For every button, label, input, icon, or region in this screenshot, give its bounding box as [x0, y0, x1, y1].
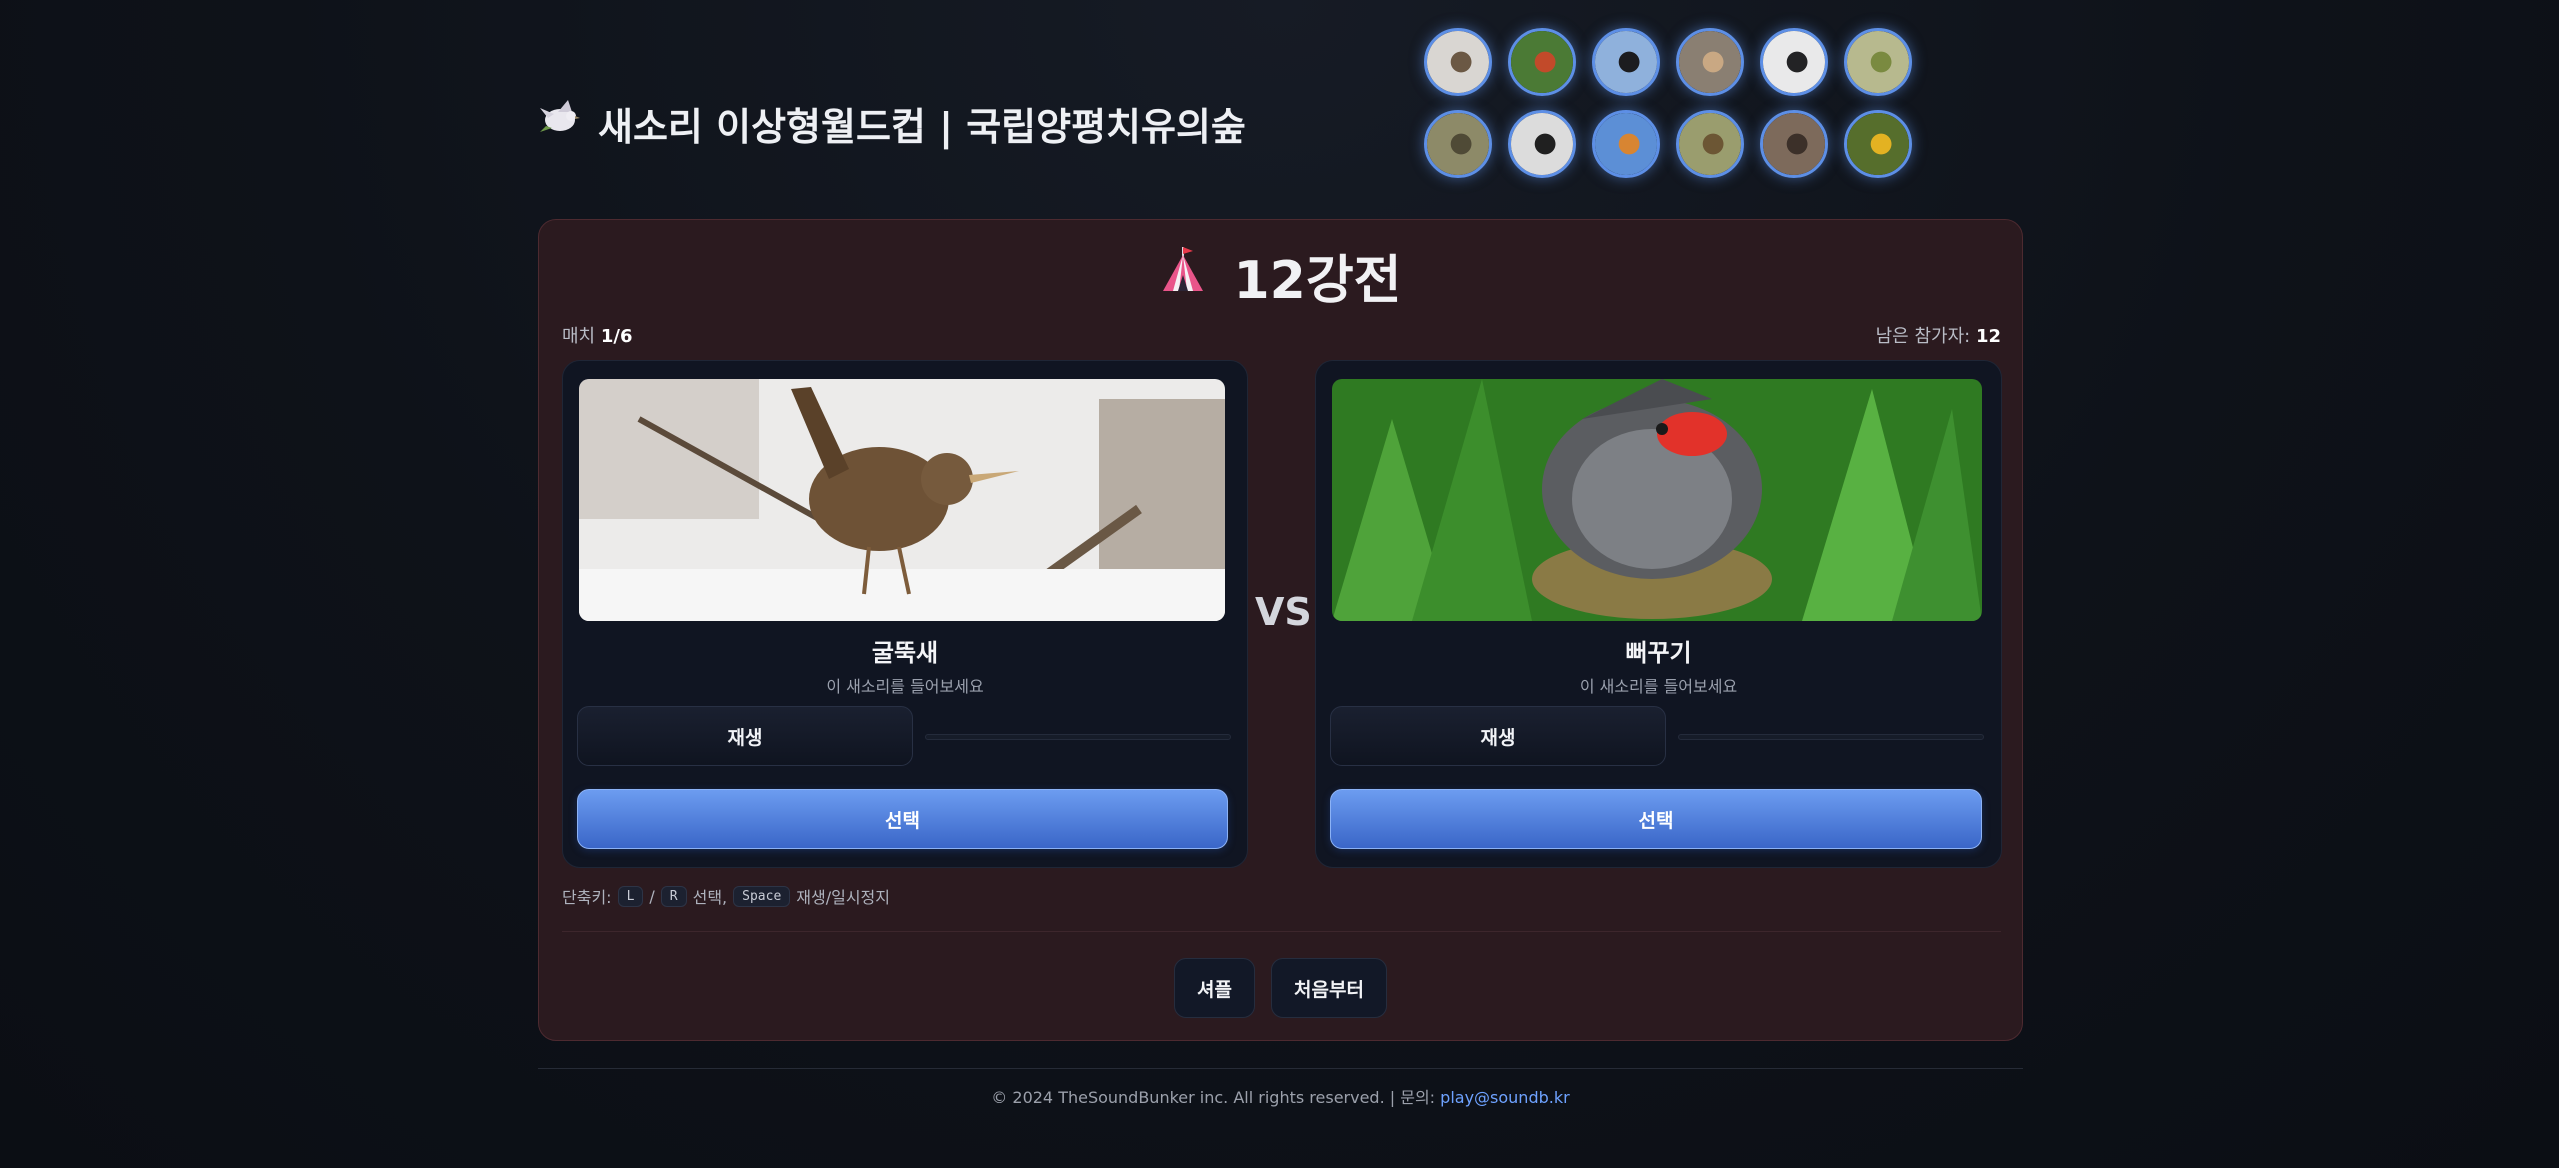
right-contestant-card: 뻐꾸기 이 새소리를 들어보세요 재생 선택 [1315, 360, 2002, 868]
nest-bird-thumbnail-image [1427, 113, 1489, 175]
tit-thumbnail[interactable] [1676, 110, 1744, 178]
shortcut-play-text: 재생/일시정지 [796, 888, 890, 907]
right-bird-photo [1332, 379, 1982, 621]
right-listen-hint: 이 새소리를 들어보세요 [1579, 677, 1738, 696]
left-contestant-card: 굴뚝새 이 새소리를 들어보세요 재생 선택 [562, 360, 1248, 868]
magpie-thumbnail-image [1511, 113, 1573, 175]
round-title: 12강전 [539, 240, 2022, 311]
remaining-counter: 남은 참가자: 12 [1876, 322, 2001, 348]
dove-icon [538, 98, 580, 148]
black-bird-sky-thumbnail[interactable] [1592, 28, 1660, 96]
remaining-label: 남은 참가자: [1875, 326, 1971, 347]
remaining-value: 12 [1975, 326, 2001, 347]
shortcut-select-text: 선택, [692, 888, 728, 907]
shuffle-button[interactable]: 셔플 [1174, 958, 1256, 1018]
wren-thumbnail-image [1427, 31, 1489, 93]
right-play-button[interactable]: 재생 [1330, 706, 1666, 766]
key-r: R [660, 885, 687, 907]
footer-divider [538, 1068, 2023, 1069]
orange-bird-sky-thumbnail-image [1595, 113, 1657, 175]
header: 새소리 이상형월드컵 | 국립양평치유의숲 [538, 18, 2023, 188]
black-bird-sky-thumbnail-image [1595, 31, 1657, 93]
shortcut-hint: 단축키: L / R 선택, Space 재생/일시정지 [562, 882, 890, 910]
left-audio-progress[interactable] [925, 734, 1231, 740]
vs-label: VS [1255, 590, 1312, 634]
match-value: 1/6 [600, 326, 633, 347]
left-select-button[interactable]: 선택 [577, 789, 1228, 849]
key-space: Space [733, 885, 791, 907]
tit-thumbnail-image [1679, 113, 1741, 175]
right-audio-progress[interactable] [1678, 734, 1984, 740]
pebble-bird-thumbnail[interactable] [1760, 110, 1828, 178]
tent-icon [1159, 245, 1207, 306]
page-title-text: 새소리 이상형월드컵 | 국립양평치유의숲 [598, 104, 1246, 149]
shortcut-label: 단축키: [562, 888, 612, 907]
footer-text: © 2024 TheSoundBunker inc. All rights re… [991, 1088, 1436, 1107]
left-bird-name: 굴뚝새 [871, 639, 939, 667]
bottom-actions: 셔플 처음부터 [539, 958, 2022, 1018]
oriole-thumbnail-image [1847, 113, 1909, 175]
branch-bird-thumbnail[interactable] [1844, 28, 1912, 96]
wren-thumbnail[interactable] [1424, 28, 1492, 96]
grey-bird-thumbnail[interactable] [1676, 28, 1744, 96]
footer: © 2024 TheSoundBunker inc. All rights re… [538, 1084, 2023, 1108]
tournament-panel: 12강전 매치 1/6 남은 참가자: 12 굴뚝새 이 새소리를 들어보세요 … [538, 219, 2023, 1041]
match-meta: 매치 1/6 남은 참가자: 12 [562, 320, 2001, 350]
black-white-bird-thumbnail[interactable] [1760, 28, 1828, 96]
contact-email-link[interactable]: play@soundb.kr [1440, 1088, 1570, 1107]
black-white-bird-thumbnail-image [1763, 31, 1825, 93]
round-title-text: 12강전 [1233, 250, 1402, 311]
shortcut-slash: / [649, 886, 655, 906]
orange-bird-sky-thumbnail[interactable] [1592, 110, 1660, 178]
right-select-button[interactable]: 선택 [1330, 789, 1982, 849]
branch-bird-thumbnail-image [1847, 31, 1909, 93]
bird-thumbnail-grid [1424, 28, 1912, 178]
nest-bird-thumbnail[interactable] [1424, 110, 1492, 178]
pebble-bird-thumbnail-image [1763, 113, 1825, 175]
restart-button[interactable]: 처음부터 [1271, 958, 1387, 1018]
red-bird-thumbnail[interactable] [1508, 28, 1576, 96]
match-counter: 매치 1/6 [562, 322, 632, 348]
left-listen-hint: 이 새소리를 들어보세요 [826, 677, 984, 696]
page-title: 새소리 이상형월드컵 | 국립양평치유의숲 [538, 78, 1246, 168]
key-l: L [617, 885, 644, 907]
match-label: 매치 [562, 326, 596, 347]
red-bird-thumbnail-image [1511, 31, 1573, 93]
left-play-button[interactable]: 재생 [577, 706, 913, 766]
magpie-thumbnail[interactable] [1508, 110, 1576, 178]
left-bird-photo [579, 379, 1225, 621]
right-bird-name: 뻐꾸기 [1625, 639, 1692, 667]
grey-bird-thumbnail-image [1679, 31, 1741, 93]
panel-divider [562, 931, 2001, 932]
oriole-thumbnail[interactable] [1844, 110, 1912, 178]
